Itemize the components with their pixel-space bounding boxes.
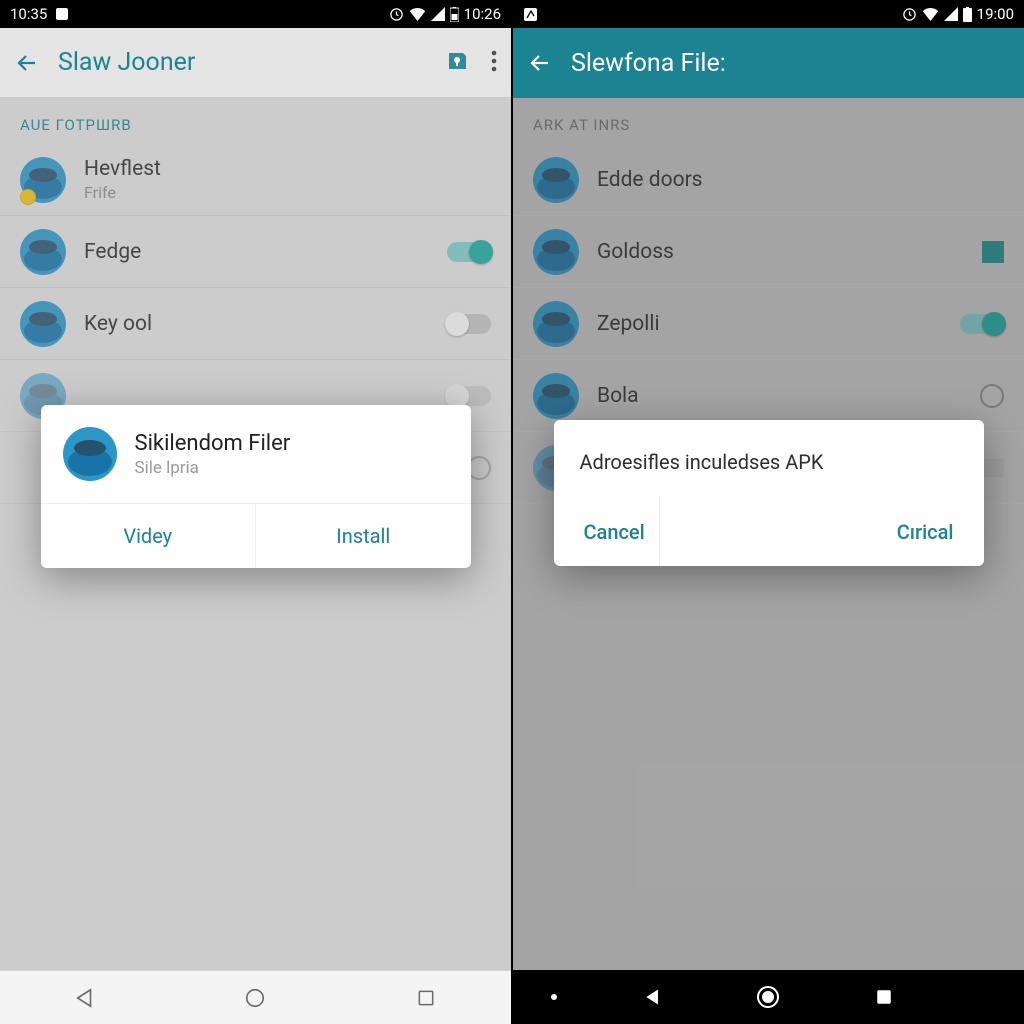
dialog-left-button[interactable]: Videy [41,504,257,568]
item-label: Fedge [84,240,429,264]
item-label: Edde doors [597,168,1004,192]
app-avatar-icon [20,229,66,275]
nav-dot [551,994,557,1000]
app-avatar-icon [20,301,66,347]
wifi-icon [922,7,939,21]
status-bar: 19:00 [513,0,1024,28]
dialog-app-icon [63,427,117,481]
signal-icon [431,7,445,21]
toggle-switch[interactable] [960,314,1004,334]
list-item[interactable]: Fedge [0,216,511,288]
signal-icon [944,7,958,21]
toggle-switch[interactable] [447,314,491,334]
section-header: AUE ГОТРШRB [0,98,511,144]
list-item[interactable]: Goldoss [513,216,1024,288]
dialog-subtitle: Sile lpria [135,458,291,478]
nav-bar [513,970,1024,1024]
toggle-switch[interactable] [447,386,491,406]
radio-button[interactable] [467,456,491,480]
clock-icon [902,7,917,22]
item-label: Bola [597,384,962,408]
item-label: Hevflest [84,157,491,181]
toggle-switch[interactable] [447,242,491,262]
nav-home-button[interactable] [748,977,788,1017]
wifi-icon [409,7,426,21]
nav-bar [0,970,511,1024]
item-label: Zepolli [597,312,942,336]
nav-home-button[interactable] [235,978,275,1018]
dialog-body: Adroesifles inculedses APK [554,420,984,484]
nav-recent-button[interactable] [406,978,446,1018]
nav-back-button[interactable] [633,977,673,1017]
voice-icon[interactable] [445,49,469,77]
item-label: Goldoss [597,240,964,264]
status-time-right: 19:00 [977,5,1014,23]
list-item[interactable]: Hevflest Frife [0,144,511,216]
item-sublabel: Frife [84,183,491,202]
install-dialog: Sikilendom Filer Sile lpria Videy Instal… [41,405,471,568]
battery-icon [450,7,459,22]
phone-right: 19:00 Slewfona File: ARK AT INRS Edde do… [513,0,1024,1024]
dialog-confirm-button[interactable]: Cırical [883,498,968,566]
section-header: ARK AT INRS [513,98,1024,144]
list-item[interactable]: Key ool [0,288,511,360]
dialog-title: Sikilendom Filer [135,431,291,456]
battery-icon [963,7,972,22]
clock-icon [389,7,404,22]
notification-icon [523,7,538,22]
app-avatar-icon [533,229,579,275]
status-time-right: 10:26 [464,5,501,23]
status-bar: 10:35 10:26 [0,0,511,28]
status-time-left: 10:35 [10,5,47,23]
app-avatar-icon [20,157,66,203]
control-placeholder [982,459,1004,477]
back-button[interactable] [14,50,40,76]
app-avatar-icon [533,301,579,347]
app-bar: Slaw Jooner [0,28,511,98]
checkbox[interactable] [982,241,1004,263]
dialog-install-button[interactable]: Install [256,504,471,568]
nav-back-button[interactable] [65,978,105,1018]
item-label: Key ool [84,312,429,336]
app-avatar-icon [533,373,579,419]
list-item[interactable]: Edde doors [513,144,1024,216]
notification-icon [55,7,69,21]
radio-button[interactable] [980,384,1004,408]
app-avatar-icon [533,157,579,203]
app-title: Slaw Jooner [58,48,427,77]
more-icon[interactable] [491,50,497,76]
list-item[interactable]: Zepolli [513,288,1024,360]
confirm-dialog: Adroesifles inculedses APK Cancel Cırica… [554,420,984,566]
nav-recent-button[interactable] [864,977,904,1017]
dialog-cancel-button[interactable]: Cancel [570,498,660,566]
back-button[interactable] [527,50,553,76]
app-bar: Slewfona File: [513,28,1024,98]
app-title: Slewfona File: [571,49,1010,78]
phone-left: 10:35 10:26 Slaw Jooner AUE ГОТРШRB Hevf… [0,0,513,1024]
